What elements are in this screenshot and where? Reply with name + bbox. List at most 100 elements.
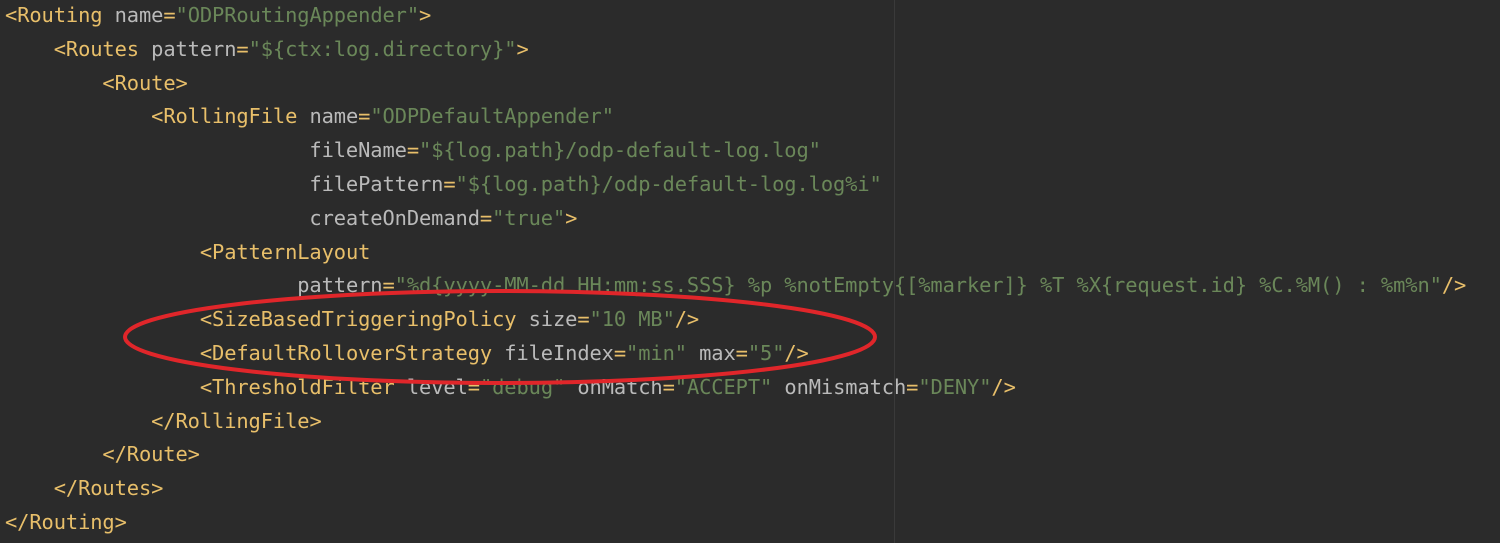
xml-punctuation: = [467,374,480,399]
xml-tag-name: SizeBasedTriggeringPolicy [212,307,517,332]
xml-punctuation: < [199,307,213,332]
xml-punctuation: = [906,374,919,399]
xml-attribute-name: name [114,3,164,27]
xml-tag-name: Routes [78,476,152,501]
code-line[interactable]: createOnDemand="true"> [5,203,1466,237]
xml-attribute-value: "5" [747,340,785,365]
xml-punctuation: > [175,70,188,95]
xml-punctuation: > [565,205,578,230]
xml-punctuation: > [151,476,164,501]
xml-punctuation: = [406,138,420,163]
code-line[interactable]: <DefaultRolloverStrategy fileIndex="min"… [5,338,1466,372]
xml-punctuation: > [114,509,127,534]
xml-attribute-name: createOnDemand [309,205,480,230]
xml-punctuation: = [613,340,627,365]
code-line[interactable]: filePattern="${log.path}/odp-default-log… [5,169,1466,203]
code-line[interactable]: <SizeBasedTriggeringPolicy size="10 MB"/… [5,304,1466,338]
xml-punctuation: = [163,3,176,27]
xml-tag-name: ThresholdFilter [212,374,395,399]
xml-punctuation: /> [674,307,700,332]
xml-attribute-value: "true" [492,205,566,230]
xml-punctuation: = [443,171,456,196]
code-line[interactable]: </RollingFile> [5,406,1466,440]
code-editor[interactable]: <Routing name="ODPRoutingAppender"> <Rou… [0,0,1500,543]
xml-punctuation: < [199,374,213,399]
xml-attribute-name: filePattern [309,171,444,196]
code-line[interactable]: <RollingFile name="ODPDefaultAppender" [5,101,1466,135]
xml-tag-name: PatternLayout [212,239,371,264]
xml-punctuation: < [199,340,213,365]
xml-punctuation: < [102,70,115,95]
xml-punctuation: = [577,307,590,332]
xml-punctuation: = [735,340,748,365]
xml-punctuation: </ [151,408,176,433]
code-line[interactable]: <Routes pattern="${ctx:log.directory}"> [5,34,1466,68]
xml-tag-name: DefaultRolloverStrategy [212,340,493,365]
code-line[interactable]: </Routing> [5,507,1466,541]
xml-attribute-name: fileName [309,138,407,163]
xml-punctuation: < [151,104,164,129]
code-line[interactable]: </Routes> [5,473,1466,507]
xml-punctuation: = [358,104,371,129]
xml-attribute-name: fileIndex [504,340,614,365]
xml-attribute-value: "min" [626,340,687,365]
xml-attribute-value: "ODPDefaultAppender" [370,104,614,129]
xml-attribute-name: name [309,104,359,129]
xml-tag-name: RollingFile [175,408,310,433]
xml-punctuation: /> [1441,273,1467,298]
code-line[interactable]: pattern="%d{yyyy-MM-dd HH:mm:ss.SSS} %p … [5,270,1466,304]
xml-tag-name: Route [114,70,176,95]
xml-attribute-value: "${ctx:log.directory}" [248,36,517,61]
xml-attribute-name: level [406,374,468,399]
xml-punctuation: = [479,205,493,230]
code-line[interactable]: <Routing name="ODPRoutingAppender"> [5,0,1466,34]
xml-punctuation: > [309,408,322,433]
xml-punctuation: /> [784,340,809,365]
xml-attribute-value: "${log.path}/odp-default-log.log" [419,138,821,163]
xml-attribute-name: size [528,307,578,332]
xml-punctuation: = [662,374,675,399]
xml-tag-name: Routing [17,3,103,27]
xml-punctuation: > [516,36,529,61]
code-line[interactable]: <Route> [5,68,1466,102]
xml-punctuation: /> [991,374,1016,399]
code-line[interactable]: <PatternLayout [5,237,1466,271]
xml-attribute-name: pattern [151,36,237,61]
xml-attribute-value: "DENY" [918,374,992,399]
xml-punctuation: > [187,442,200,467]
code-line[interactable]: fileName="${log.path}/odp-default-log.lo… [5,135,1466,169]
code-line[interactable]: </Route> [5,439,1466,473]
code-lines[interactable]: <Routing name="ODPRoutingAppender"> <Rou… [5,0,1466,541]
xml-tag-name: RollingFile [163,104,298,129]
xml-tag-name: Routes [65,36,139,61]
xml-attribute-value: "ACCEPT" [674,374,773,399]
xml-tag-name: Routing [29,509,115,534]
xml-attribute-value: "10 MB" [589,307,675,332]
xml-tag-name: Route [126,442,188,467]
xml-punctuation: < [53,36,66,61]
xml-punctuation: < [199,239,213,264]
xml-punctuation: < [5,3,18,27]
xml-attribute-name: max [699,340,736,365]
xml-attribute-value: "ODPRoutingAppender" [175,3,420,27]
code-line[interactable]: <ThresholdFilter level="debug" onMatch="… [5,372,1466,406]
